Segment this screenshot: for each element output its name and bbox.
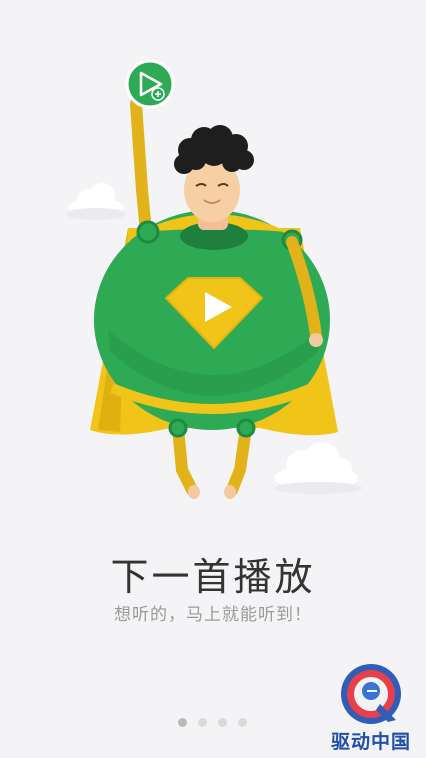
page-dot-1[interactable] [178,718,187,727]
page-dot-4[interactable] [238,718,247,727]
right-leg [226,422,252,496]
cloud-right [274,442,362,494]
watermark-text: 驱动中国 [330,731,411,753]
page-indicator[interactable] [178,718,247,730]
page-dot-3[interactable] [218,718,227,727]
watermark: 驱动中国 [322,658,420,754]
play-plus-icon [125,59,175,109]
onboarding-title: 下一首播放 [110,555,316,599]
superhero-illustration [66,59,362,499]
left-leg [172,422,198,496]
page-dot-2[interactable] [198,718,207,727]
watermark-logo-icon [341,664,401,724]
raised-arm [130,98,152,238]
cloud-left [66,183,126,220]
onboarding-screen[interactable]: 下一首播放 想听的，马上就能听到！ 驱动中国 [0,0,426,758]
onboarding-subtitle: 想听的，马上就能听到！ [114,605,312,625]
